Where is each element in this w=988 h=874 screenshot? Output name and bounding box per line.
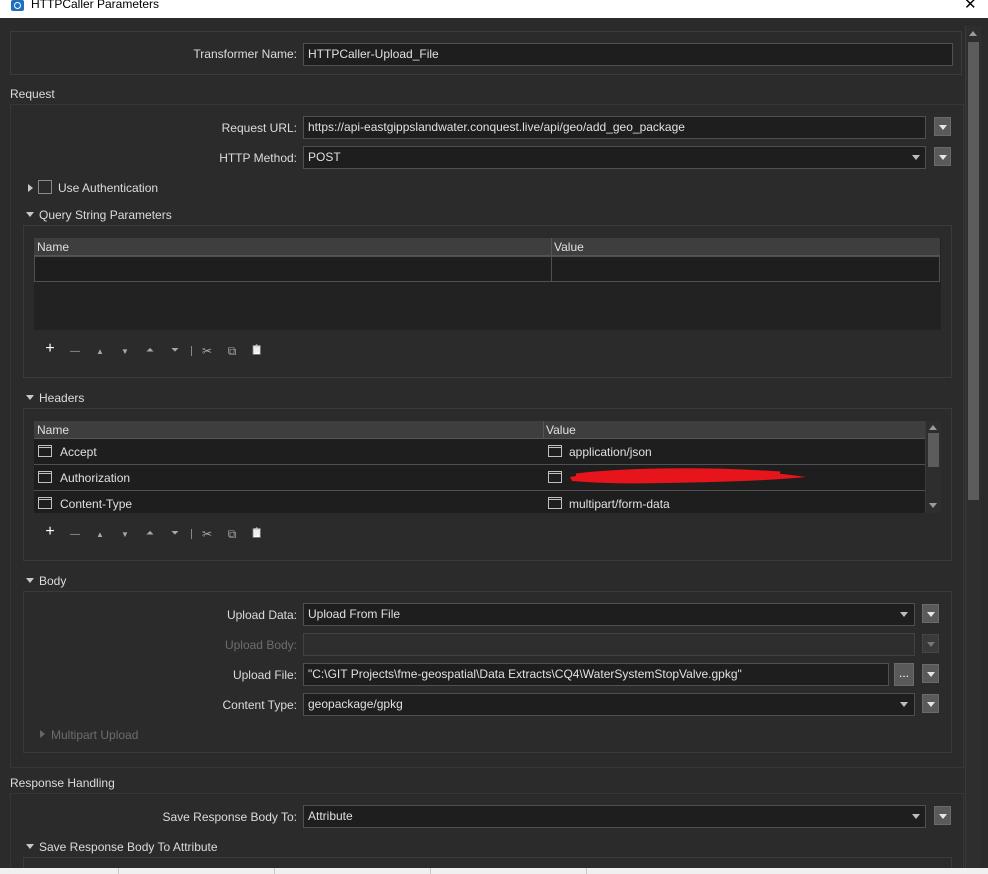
browse-file-button[interactable]: ...	[894, 663, 914, 686]
header-name-editor-icon[interactable]	[38, 497, 52, 509]
header-name-accept[interactable]: Accept	[60, 445, 97, 459]
query-params-name-header[interactable]: Name	[37, 240, 69, 254]
header-name-authorization[interactable]: Authorization	[60, 471, 130, 485]
upload-body-input	[303, 633, 915, 656]
query-params-table-header: Name Value	[34, 238, 940, 256]
upload-body-menu-button	[922, 634, 939, 653]
header-value-accept[interactable]: application/json	[569, 445, 652, 459]
main-scroll-up-arrow-icon[interactable]	[969, 31, 977, 36]
request-section-label: Request	[10, 87, 55, 101]
content-type-menu-button[interactable]	[922, 694, 939, 713]
request-url-input[interactable]: https://api-eastgippslandwater.conquest.…	[303, 116, 926, 139]
header-name-editor-icon[interactable]	[38, 445, 52, 457]
header-name-editor-icon[interactable]	[38, 471, 52, 483]
scroll-down-arrow-icon[interactable]	[929, 503, 937, 508]
query-params-value-header[interactable]: Value	[554, 240, 584, 254]
query-params-section-label: Query String Parameters	[39, 208, 172, 222]
save-attr-chevron-down-icon[interactable]	[26, 844, 34, 849]
query-copy-icon[interactable]: ⧉	[225, 345, 239, 357]
request-url-label: Request URL:	[221, 121, 297, 135]
header-value-editor-icon[interactable]	[548, 445, 562, 457]
headers-section-label: Headers	[39, 391, 85, 405]
multipart-chevron-right-icon	[40, 730, 45, 738]
http-method-chevron-down-icon	[912, 155, 920, 160]
header-name-content-type[interactable]: Content-Type	[60, 497, 132, 511]
query-move-bottom-icon[interactable]: ⏷	[168, 345, 182, 357]
query-params-chevron-down-icon[interactable]	[26, 212, 34, 217]
headers-table-scrollbar[interactable]	[925, 421, 941, 513]
http-method-select[interactable]: POST	[303, 146, 926, 169]
dialog-body: Transformer Name: HTTPCaller-Upload_File…	[0, 18, 988, 868]
query-params-empty-row[interactable]	[34, 256, 940, 282]
body-section-label: Body	[39, 574, 67, 588]
table-row[interactable]	[34, 491, 925, 513]
headers-table-header: Name Value	[34, 421, 925, 439]
http-method-label: HTTP Method:	[219, 151, 297, 165]
headers-move-up-icon[interactable]: ▲	[93, 529, 107, 541]
query-remove-row-minus-icon[interactable]: —	[68, 346, 82, 358]
query-move-up-icon[interactable]: ▲	[93, 346, 107, 358]
close-icon[interactable]: ✕	[964, 0, 977, 13]
upload-data-label: Upload Data:	[226, 608, 297, 622]
use-auth-chevron-right-icon[interactable]	[28, 184, 33, 192]
window-title: HTTPCaller Parameters	[31, 0, 160, 11]
redaction-scribble	[570, 468, 806, 484]
headers-toolbar-separator	[191, 529, 192, 539]
query-toolbar-separator	[191, 346, 192, 356]
headers-scroll-thumb[interactable]	[928, 433, 939, 467]
query-paste-icon[interactable]: 📋	[250, 345, 264, 357]
body-chevron-down-icon[interactable]	[26, 578, 34, 583]
save-attr-section-label: Save Response Body To Attribute	[39, 840, 218, 854]
use-auth-checkbox[interactable]	[38, 180, 52, 194]
transformer-name-input[interactable]: HTTPCaller-Upload_File	[303, 43, 953, 66]
upload-file-label: Upload File:	[232, 668, 297, 682]
response-handling-section-label: Response Handling	[10, 776, 115, 790]
query-move-top-icon[interactable]: ⏶	[143, 345, 157, 357]
upload-data-chevron-down-icon	[900, 612, 908, 617]
save-response-select[interactable]: Attribute	[303, 805, 926, 828]
headers-remove-row-minus-icon[interactable]: —	[68, 529, 82, 541]
multipart-upload-label: Multipart Upload	[51, 728, 139, 742]
save-attr-panel	[23, 857, 952, 868]
headers-value-header[interactable]: Value	[546, 423, 576, 437]
header-value-editor-icon[interactable]	[548, 471, 562, 483]
request-url-menu-button[interactable]	[934, 117, 951, 136]
save-response-label: Save Response Body To:	[162, 810, 297, 824]
headers-add-row-plus-icon[interactable]: +	[43, 524, 57, 540]
headers-cut-icon[interactable]: ✂	[200, 528, 214, 540]
query-cut-icon[interactable]: ✂	[200, 345, 214, 357]
query-params-row-divider	[551, 256, 552, 282]
upload-file-input[interactable]: "C:\GIT Projects\fme-geospatial\Data Ext…	[303, 663, 889, 686]
save-response-menu-button[interactable]	[934, 806, 951, 825]
header-value-editor-icon[interactable]	[548, 497, 562, 509]
use-auth-label: Use Authentication	[58, 181, 159, 195]
headers-move-bottom-icon[interactable]: ⏷	[168, 528, 182, 540]
headers-move-top-icon[interactable]: ⏶	[143, 528, 157, 540]
upload-data-select[interactable]: Upload From File	[303, 603, 915, 626]
upload-file-menu-button[interactable]	[922, 664, 939, 683]
headers-name-header[interactable]: Name	[37, 423, 69, 437]
headers-copy-icon[interactable]: ⧉	[225, 528, 239, 540]
fme-app-icon	[11, 0, 24, 11]
http-method-menu-button[interactable]	[934, 147, 951, 166]
query-move-down-icon[interactable]: ▼	[118, 346, 132, 358]
upload-data-menu-button[interactable]	[922, 604, 939, 623]
scroll-up-arrow-icon[interactable]	[929, 425, 937, 430]
title-bar: HTTPCaller Parameters ✕	[0, 0, 988, 18]
headers-paste-icon[interactable]: 📋	[250, 528, 264, 540]
table-row[interactable]	[34, 439, 925, 465]
bottom-strip	[0, 868, 988, 874]
upload-body-label: Upload Body:	[224, 638, 297, 652]
headers-chevron-down-icon[interactable]	[26, 395, 34, 400]
query-add-row-plus-icon[interactable]: +	[43, 341, 57, 357]
content-type-chevron-down-icon	[900, 702, 908, 707]
headers-move-down-icon[interactable]: ▼	[118, 529, 132, 541]
save-response-chevron-down-icon	[912, 814, 920, 819]
main-scroll-thumb[interactable]	[968, 42, 979, 500]
header-value-content-type[interactable]: multipart/form-data	[569, 497, 670, 511]
content-type-select[interactable]: geopackage/gpkg	[303, 693, 915, 716]
transformer-name-label: Transformer Name:	[193, 47, 297, 61]
main-scrollbar[interactable]	[965, 26, 981, 868]
content-type-label: Content Type:	[222, 698, 298, 712]
